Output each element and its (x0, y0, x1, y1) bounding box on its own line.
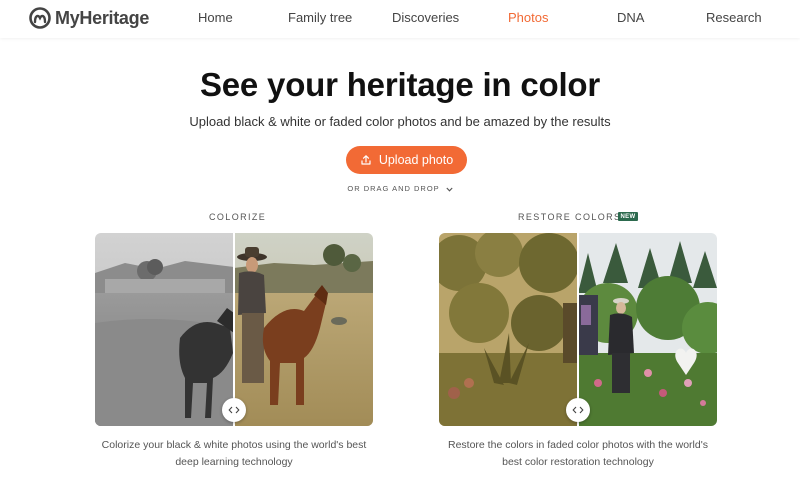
restore-colors-label: RESTORE COLORS (518, 212, 622, 222)
upload-photo-label: Upload photo (378, 153, 454, 167)
drag-and-drop-toggle[interactable]: OR DRAG AND DROP (0, 184, 800, 193)
colorize-caption-line1: Colorize your black & white photos using… (101, 439, 367, 451)
page-title: See your heritage in color (199, 66, 601, 103)
restore-after-image (578, 233, 717, 426)
colorize-after-image (234, 233, 373, 426)
upload-icon (361, 155, 371, 165)
compare-arrows-icon (572, 406, 584, 414)
restore-caption-line2: best color restoration technology (502, 456, 654, 468)
colorize-label: COLORIZE (209, 212, 267, 222)
compare-arrows-icon (228, 406, 240, 414)
brand-logo[interactable]: MyHeritage (29, 6, 149, 30)
colorize-compare-handle[interactable] (222, 398, 246, 422)
nav-item-research[interactable]: Research (706, 10, 762, 25)
top-navbar: MyHeritage Home Family tree Discoveries … (0, 0, 800, 38)
restore-comparison-image[interactable] (439, 233, 717, 426)
nav-item-dna[interactable]: DNA (617, 10, 644, 25)
restore-before-image (439, 233, 579, 426)
chevron-down-icon (446, 187, 453, 192)
restore-caption-line1: Restore the colors in faded color photos… (448, 439, 708, 451)
colorize-before-image (95, 233, 234, 426)
colorize-caption-line2: deep learning technology (175, 456, 293, 468)
nav-item-discoveries[interactable]: Discoveries (392, 10, 459, 25)
page-subtitle: Upload black & white or faded color phot… (189, 114, 611, 129)
nav-item-home[interactable]: Home (198, 10, 233, 25)
brand-name: MyHeritage (55, 7, 150, 28)
colorize-caption: Colorize your black & white photos using… (84, 437, 384, 471)
nav-item-family-tree[interactable]: Family tree (288, 10, 352, 25)
restore-caption: Restore the colors in faded color photos… (428, 437, 728, 471)
colorize-comparison-image[interactable] (95, 233, 373, 426)
upload-photo-button[interactable]: Upload photo (346, 146, 467, 174)
new-badge: NEW (618, 212, 638, 221)
restore-compare-handle[interactable] (566, 398, 590, 422)
drag-and-drop-label: OR DRAG AND DROP (347, 184, 440, 193)
myheritage-logo-icon (29, 7, 51, 29)
nav-item-photos[interactable]: Photos (508, 10, 548, 25)
